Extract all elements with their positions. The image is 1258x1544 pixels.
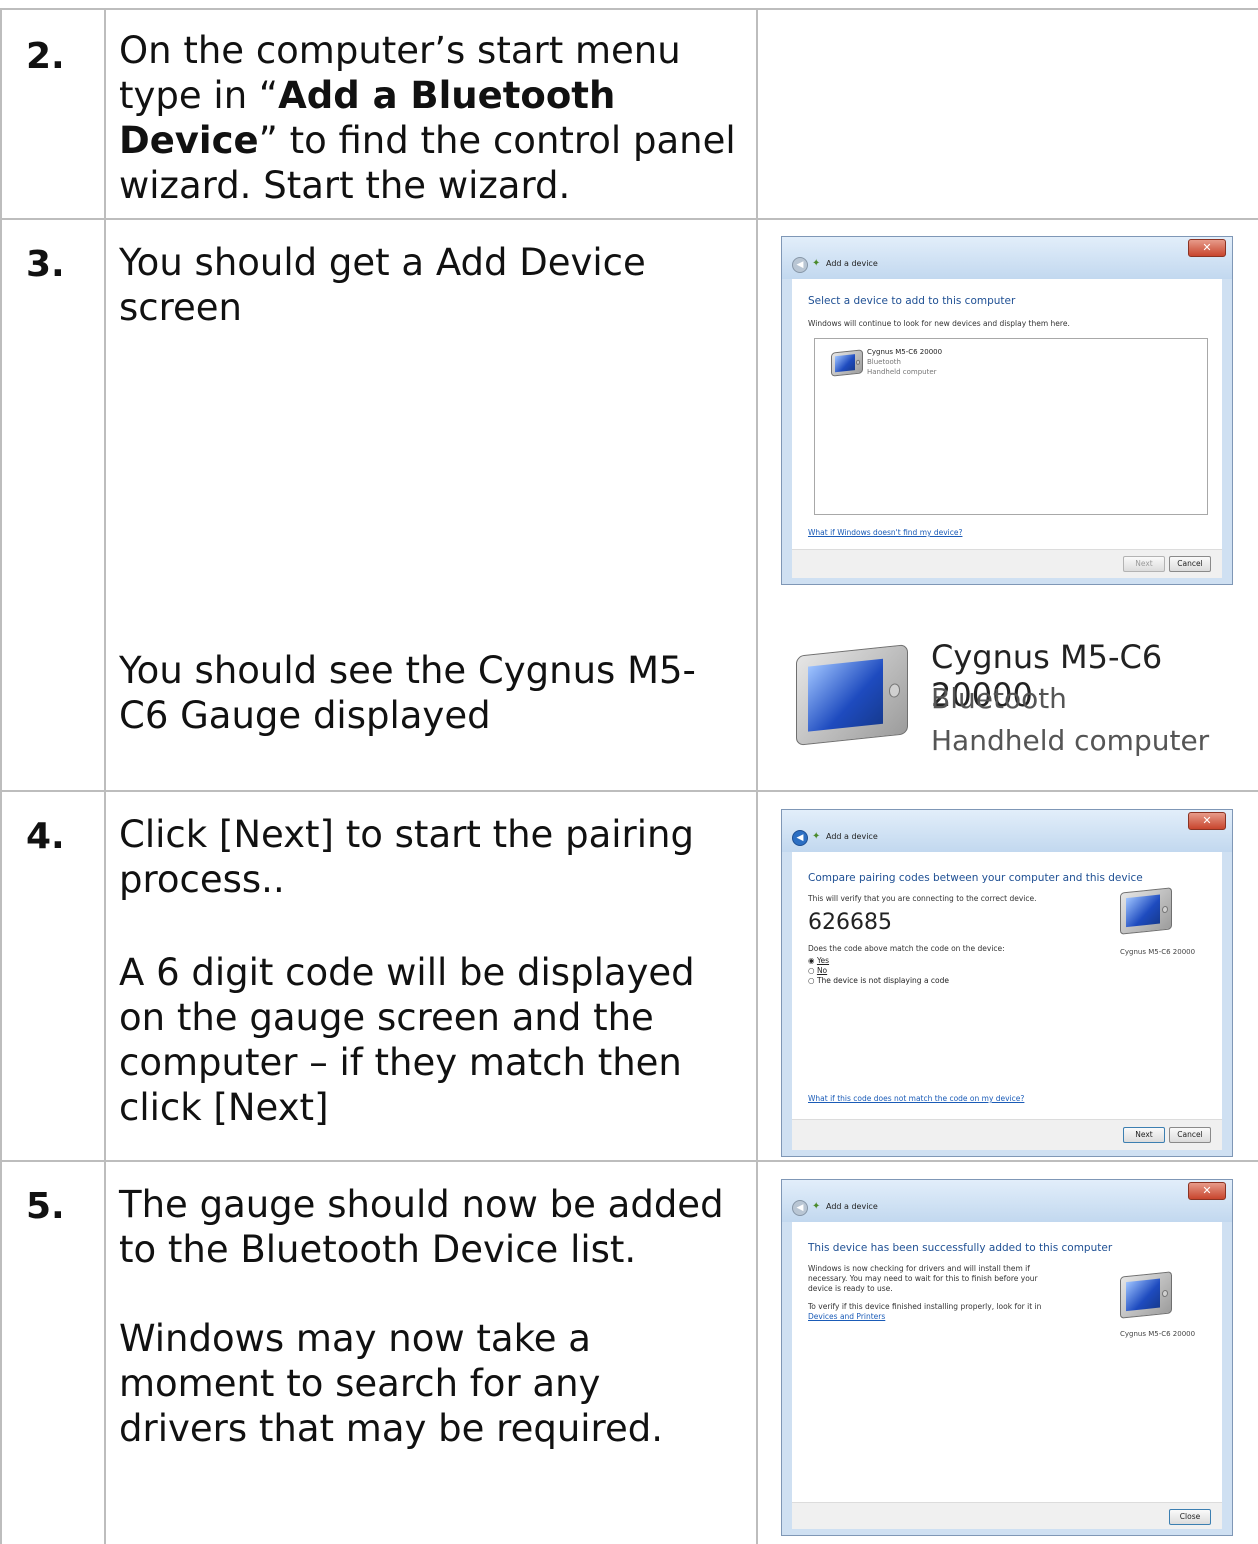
table-border-left <box>0 8 2 1544</box>
close-button[interactable]: Close <box>1169 1509 1211 1525</box>
step-number: 5. <box>26 1186 65 1227</box>
step-number: 3. <box>26 244 65 285</box>
back-arrow-icon[interactable]: ◀ <box>792 830 808 846</box>
device-tablet-icon <box>1120 1271 1172 1319</box>
dialog-titlebar <box>782 237 1232 279</box>
dialog-subtitle: Windows will continue to look for new de… <box>808 319 1070 328</box>
device-added-dialog: ✕ ◀ ✦ Add a device This device has been … <box>781 1179 1233 1536</box>
device-type: Bluetooth <box>931 682 1067 715</box>
step-text: You should get a Add Device screen <box>119 241 646 329</box>
step-text: Click [Next] to start the pairing proces… <box>119 813 694 901</box>
back-arrow-icon[interactable]: ◀ <box>792 257 808 273</box>
radio-option-yes[interactable]: ◉ Yes <box>808 956 829 965</box>
device-caption: Cygnus M5-C6 20000 <box>1120 948 1196 956</box>
device-tablet-icon <box>796 644 908 746</box>
device-name[interactable]: Cygnus M5-C6 20000 <box>867 348 942 356</box>
close-icon[interactable]: ✕ <box>1188 1182 1226 1200</box>
device-tablet-icon <box>1120 887 1172 935</box>
dialog-content: Compare pairing codes between your compu… <box>792 852 1222 1119</box>
bluetooth-wizard-icon: ✦ <box>812 258 821 269</box>
help-link[interactable]: What if this code does not match the cod… <box>808 1094 1024 1103</box>
dialog-title: Add a device <box>826 1202 878 1211</box>
device-kind: Handheld computer <box>867 368 937 376</box>
verify-paragraph: To verify if this device finished instal… <box>808 1302 1042 1311</box>
back-arrow-icon[interactable]: ◀ <box>792 1200 808 1216</box>
dialog-title: Add a device <box>826 832 878 841</box>
dialog-footer: Next Cancel <box>792 549 1222 578</box>
table-divider-col-2 <box>756 8 758 1544</box>
next-button[interactable]: Next <box>1123 1127 1165 1143</box>
step-number: 2. <box>26 36 65 77</box>
help-link[interactable]: What if Windows doesn't find my device? <box>808 528 962 537</box>
dialog-footer: Next Cancel <box>792 1119 1222 1150</box>
dialog-heading: This device has been successfully added … <box>808 1242 1113 1254</box>
code-question: Does the code above match the code on th… <box>808 944 1005 953</box>
radio-label: Yes <box>816 956 830 965</box>
dialog-content: Select a device to add to this computer … <box>792 279 1222 549</box>
table-divider-row-5 <box>0 1160 1258 1162</box>
dialog-subtitle: This will verify that you are connecting… <box>808 894 1037 903</box>
step-text: Windows may now take a moment to search … <box>119 1317 663 1450</box>
close-icon[interactable]: ✕ <box>1188 812 1226 830</box>
pairing-code: 626685 <box>808 910 892 935</box>
dialog-titlebar <box>782 810 1232 852</box>
step-text: You should see the Cygnus M5-C6 Gauge di… <box>119 649 696 737</box>
pairing-dialog: ✕ ◀ ✦ Add a device Compare pairing codes… <box>781 809 1233 1157</box>
radio-label: No <box>816 966 828 975</box>
device-type: Bluetooth <box>867 358 901 366</box>
add-device-dialog: ✕ ◀ ✦ Add a device Select a device to ad… <box>781 236 1233 585</box>
step-text: A 6 digit code will be displayed on the … <box>119 951 695 1129</box>
next-button[interactable]: Next <box>1123 556 1165 572</box>
status-paragraph: Windows is now checking for drivers and … <box>808 1264 1038 1293</box>
table-divider-row-3 <box>0 218 1258 220</box>
table-divider-col-1 <box>104 8 106 1544</box>
device-caption: Cygnus M5-C6 20000 <box>1120 1330 1196 1338</box>
dialog-content: This device has been successfully added … <box>792 1222 1222 1502</box>
step-number: 4. <box>26 816 65 857</box>
table-divider-row-4 <box>0 790 1258 792</box>
step-text: The gauge should now be added to the Blu… <box>119 1183 724 1271</box>
step-text: On the computer’s start menu type in “Ad… <box>119 29 736 207</box>
radio-option-no-code[interactable]: ○ The device is not displaying a code <box>808 976 949 985</box>
dialog-heading: Compare pairing codes between your compu… <box>808 872 1143 884</box>
devices-and-printers-link[interactable]: Devices and Printers <box>808 1312 885 1321</box>
table-border-top <box>0 8 1258 10</box>
cancel-button[interactable]: Cancel <box>1169 1127 1211 1143</box>
dialog-titlebar <box>782 1180 1232 1222</box>
bluetooth-wizard-icon: ✦ <box>812 1201 821 1212</box>
bluetooth-wizard-icon: ✦ <box>812 831 821 842</box>
device-kind: Handheld computer <box>931 724 1210 757</box>
radio-label: The device is not displaying a code <box>816 976 950 985</box>
device-tablet-icon <box>831 349 863 377</box>
cancel-button[interactable]: Cancel <box>1169 556 1211 572</box>
radio-option-no[interactable]: ○ No <box>808 966 827 975</box>
close-icon[interactable]: ✕ <box>1188 239 1226 257</box>
device-list[interactable]: Cygnus M5-C6 20000 Bluetooth Handheld co… <box>814 338 1208 515</box>
dialog-heading: Select a device to add to this computer <box>808 295 1016 307</box>
dialog-title: Add a device <box>826 259 878 268</box>
dialog-footer: Close <box>792 1502 1222 1529</box>
